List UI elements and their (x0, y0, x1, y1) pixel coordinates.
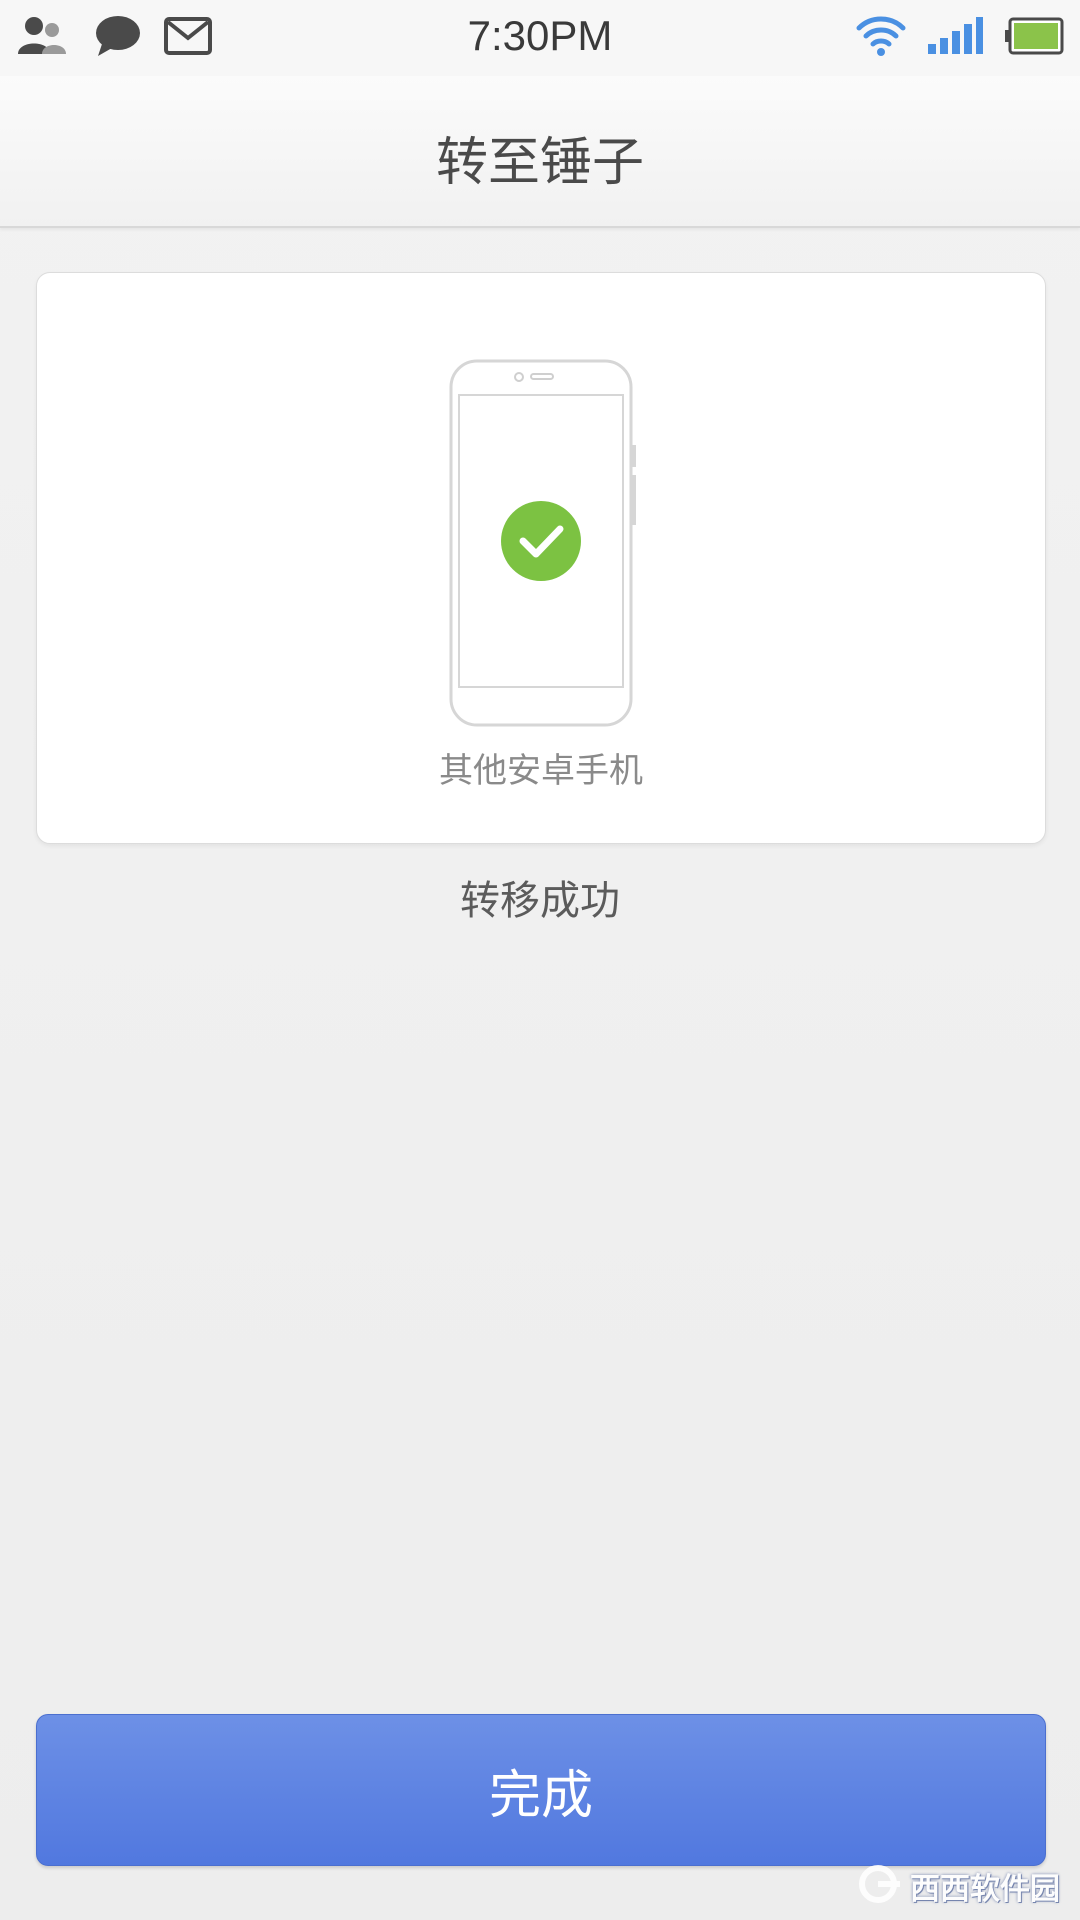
battery-icon (1004, 17, 1064, 59)
status-bar: 7:30PM (0, 0, 1080, 76)
done-button[interactable]: 完成 (36, 1714, 1046, 1866)
device-label: 其他安卓手机 (439, 751, 643, 791)
watermark-logo-icon (858, 1864, 902, 1908)
title-bar: 转至锤子 (0, 76, 1080, 228)
check-icon (501, 501, 581, 581)
signal-icon (926, 16, 984, 60)
page-title: 转至锤子 (435, 133, 644, 193)
transfer-status: 转移成功 (460, 878, 620, 924)
wifi-icon (856, 14, 906, 62)
watermark-text: 西西软件园 (910, 1872, 1060, 1907)
screen: 7:30PM 转至锤子 其他安卓手机 转移成功 完成 西西软件园 (0, 0, 1080, 1920)
device-card: 其他安卓手机 (36, 272, 1046, 844)
phone-illustration (447, 357, 637, 735)
done-button-label: 完成 (488, 1765, 593, 1826)
status-right-icons (856, 14, 1064, 62)
watermark: 西西软件园 (858, 1864, 1060, 1908)
